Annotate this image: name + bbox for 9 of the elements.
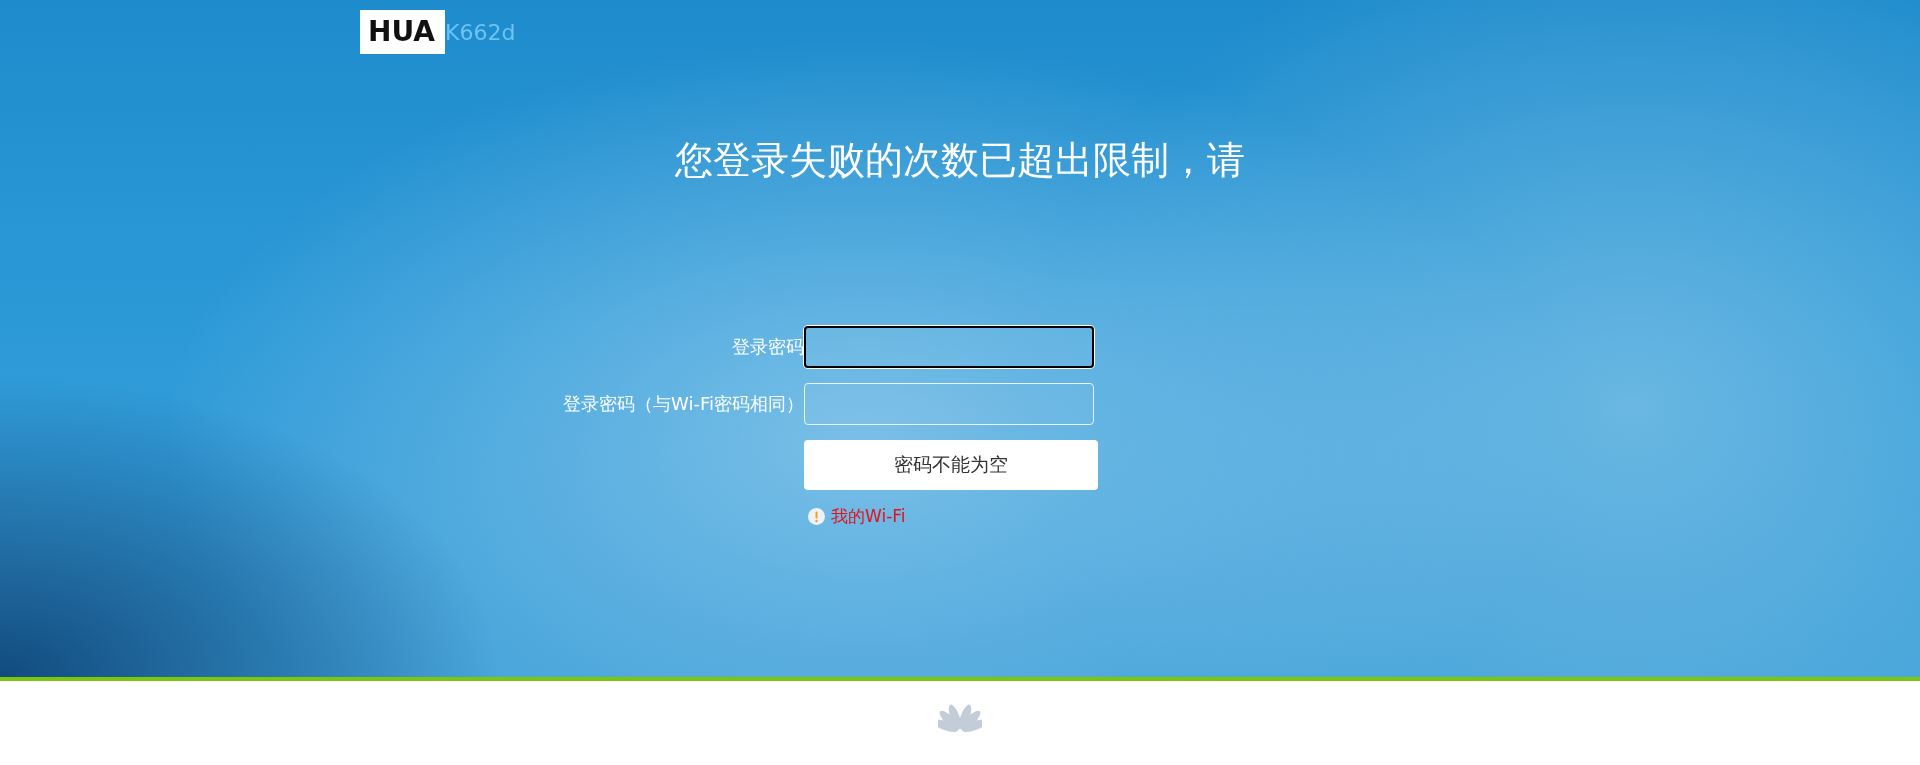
brand-logo: HUA <box>360 10 445 54</box>
field-label: 登录密码（与Wi-Fi密码相同） <box>562 392 804 416</box>
error-message: 我的Wi-Fi <box>831 505 906 528</box>
field-label: 登录密码 <box>731 335 804 359</box>
model-name: K662d <box>445 19 516 45</box>
password-field[interactable] <box>804 326 1094 368</box>
submit-button[interactable]: 密码不能为空 <box>804 440 1098 490</box>
warning-icon <box>808 508 825 525</box>
page-title: 您登录失败的次数已超出限制，请 <box>674 138 1246 182</box>
